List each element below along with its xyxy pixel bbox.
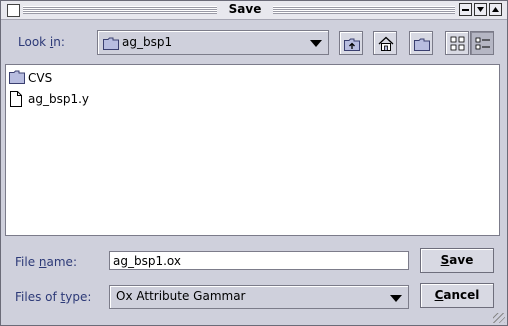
look-in-combo[interactable]: ag_bsp1: [97, 30, 329, 55]
save-dialog: Save Look in: ag_bsp1 CVS ag_bsp1.y File…: [0, 0, 508, 326]
look-in-label-post: n:: [53, 35, 65, 49]
title-bar-stripes-right: [273, 6, 455, 14]
list-item[interactable]: ag_bsp1.y: [9, 90, 109, 108]
details-view-button[interactable]: [470, 31, 494, 55]
file-name-label-pre: File: [15, 255, 39, 269]
window-title: Save: [228, 2, 262, 16]
file-type-combo[interactable]: Ox Attribute Gammar: [109, 285, 409, 309]
triangle-up-icon: [492, 7, 499, 12]
title-bar-stripes-left: [23, 6, 217, 14]
file-name: CVS: [28, 71, 53, 85]
minimize-button[interactable]: [459, 3, 472, 16]
file-name-label-mnemonic: n: [38, 255, 47, 269]
chevron-down-icon[interactable]: [390, 295, 402, 302]
save-mnemonic: S: [440, 253, 450, 267]
resize-grip[interactable]: [493, 313, 505, 323]
cancel-label: ancel: [443, 288, 480, 302]
folder-icon: [103, 37, 119, 50]
list-view-icon: [450, 36, 465, 51]
home-icon: [378, 36, 394, 51]
file-name-label-post: ame:: [46, 255, 77, 269]
save-button[interactable]: Save: [420, 248, 494, 273]
file-type-label-post: ype:: [65, 290, 92, 304]
window-menu-button[interactable]: [7, 4, 20, 17]
look-in-label-pre: Look: [18, 35, 50, 49]
file-type-label-pre: Files of: [15, 290, 61, 304]
file-icon: [10, 91, 22, 107]
up-folder-icon: [344, 38, 360, 51]
title-bar[interactable]: Save: [1, 1, 507, 20]
file-list[interactable]: CVS ag_bsp1.y: [5, 64, 500, 236]
new-folder-button[interactable]: [409, 31, 433, 55]
chevron-down-icon[interactable]: [310, 40, 322, 47]
up-folder-button[interactable]: [339, 31, 363, 55]
details-view-icon: [475, 37, 490, 50]
new-folder-icon: [414, 38, 430, 51]
minimize-icon: [462, 9, 469, 11]
look-in-value: ag_bsp1: [122, 35, 173, 49]
cancel-button[interactable]: Cancel: [420, 283, 494, 308]
list-view-button[interactable]: [445, 31, 469, 55]
shade-button[interactable]: [474, 3, 487, 16]
maximize-button[interactable]: [489, 3, 502, 16]
file-name-label: File name:: [15, 255, 77, 269]
file-name: ag_bsp1.y: [28, 92, 90, 106]
folder-icon: [9, 70, 25, 84]
home-button[interactable]: [373, 31, 397, 55]
look-in-label: Look in:: [18, 35, 65, 49]
file-type-label: Files of type:: [15, 290, 91, 304]
triangle-down-icon: [477, 7, 484, 12]
list-item[interactable]: CVS: [9, 69, 69, 87]
file-type-value: Ox Attribute Gammar: [116, 289, 246, 303]
save-label: ave: [449, 253, 474, 267]
file-name-input[interactable]: [109, 251, 409, 270]
